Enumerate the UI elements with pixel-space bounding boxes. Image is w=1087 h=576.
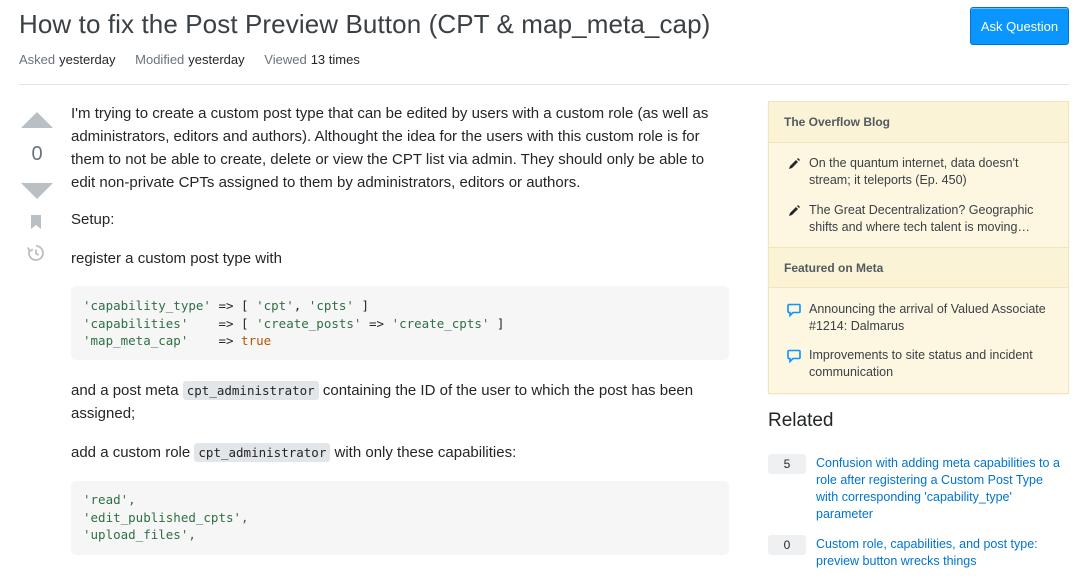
code-block: 'capability_type' => [ 'cpt', 'cpts' ] '…: [71, 286, 729, 360]
bookmark-icon[interactable]: [30, 214, 42, 230]
question-title[interactable]: How to fix the Post Preview Button (CPT …: [19, 9, 710, 40]
blog-item-text[interactable]: On the quantum internet, data doesn't st…: [809, 155, 1054, 189]
viewed-value: 13 times: [310, 52, 360, 67]
pencil-icon: [789, 205, 800, 216]
modified-label: Modified: [135, 52, 185, 67]
inline-code: cpt_administrator: [194, 443, 331, 462]
blog-item-text[interactable]: The Great Decentralization? Geographic s…: [809, 202, 1054, 236]
blog-header: The Overflow Blog: [769, 102, 1068, 143]
chat-bubble-icon: [787, 349, 801, 363]
asked-label: Asked: [19, 52, 56, 67]
related-score-badge: 5: [768, 454, 806, 474]
viewed-info: Viewed 13 times: [264, 52, 360, 67]
pencil-icon: [789, 158, 800, 169]
downvote-arrow-icon[interactable]: [21, 183, 53, 199]
vote-count: 0: [31, 143, 43, 165]
chat-bubble-icon: [787, 303, 801, 317]
meta-header: Featured on Meta: [769, 247, 1068, 288]
code-block: 'read', 'edit_published_cpts', 'upload_f…: [71, 481, 729, 555]
code-line: 'map_meta_cap' => true: [83, 333, 272, 348]
related-link[interactable]: Custom role, capabilities, and post type…: [816, 536, 1066, 570]
related-score-badge: 0: [768, 535, 806, 555]
code-line: 'upload_files',: [83, 527, 196, 542]
code-line: 'capability_type' => [ 'cpt', 'cpts' ]: [83, 298, 370, 313]
ask-question-button[interactable]: Ask Question: [970, 7, 1069, 45]
inline-code: cpt_administrator: [182, 381, 319, 400]
body-paragraph: register a custom post type with: [71, 250, 282, 267]
viewed-label: Viewed: [264, 52, 307, 67]
asked-value[interactable]: yesterday: [59, 52, 115, 67]
body-paragraph: Setup:: [71, 211, 115, 228]
asked-info: Asked yesterday: [19, 52, 116, 67]
code-line: 'read',: [83, 492, 136, 507]
question-meta: Asked yesterday Modified yesterday Viewed 1…: [19, 52, 376, 67]
modified-info: Modified yesterday: [135, 52, 245, 67]
body-paragraph: add a custom role cpt_administrator with…: [71, 443, 517, 462]
body-paragraph: I'm trying to create a custom post type …: [71, 105, 709, 191]
upvote-arrow-icon[interactable]: [21, 112, 53, 128]
header-divider: [19, 84, 1069, 85]
meta-item-text[interactable]: Improvements to site status and incident…: [809, 347, 1054, 381]
related-link[interactable]: Confusion with adding meta capabilities …: [816, 455, 1066, 523]
code-line: 'capabilities' => [ 'create_posts' => 'c…: [83, 315, 505, 331]
meta-item-text[interactable]: Announcing the arrival of Valued Associa…: [809, 301, 1054, 335]
sidebar-widget: The Overflow Blog On the quantum interne…: [768, 101, 1069, 394]
history-icon[interactable]: [27, 244, 45, 262]
body-paragraph: and a post meta cpt_administrator contai…: [71, 381, 694, 422]
related-heading: Related: [768, 410, 834, 431]
code-line: 'edit_published_cpts',: [83, 509, 249, 525]
modified-value[interactable]: yesterday: [188, 52, 244, 67]
